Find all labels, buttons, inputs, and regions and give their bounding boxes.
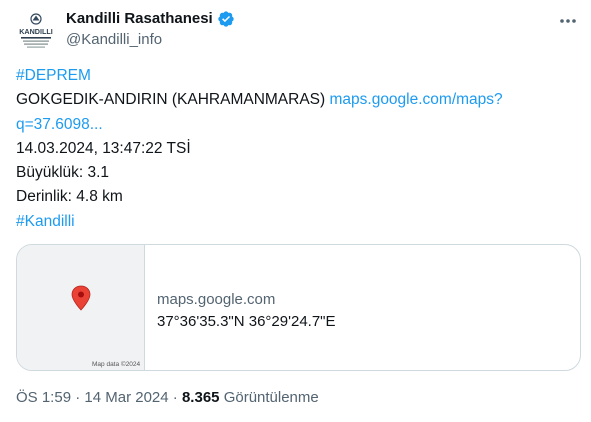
link-card[interactable]: Map data ©2024 maps.google.com 37°36'35.…: [16, 244, 581, 371]
tweet-date[interactable]: 14 Mar 2024: [84, 389, 168, 406]
depth-text: Derinlik: 4.8 km: [16, 188, 123, 206]
verified-badge-icon[interactable]: [217, 10, 235, 28]
hashtag-deprem[interactable]: #DEPREM: [16, 67, 91, 84]
author-handle[interactable]: @Kandilli_info: [66, 30, 162, 50]
meta-separator-2: ·: [172, 389, 178, 406]
map-credit: Map data ©2024: [92, 361, 141, 368]
meta-separator: ·: [75, 389, 81, 406]
card-coordinates: 37°36'35.3"N 36°29'24.7"E: [157, 313, 336, 330]
datetime-text: 14.03.2024, 13:47:22 TSİ: [16, 139, 191, 157]
svg-text:KANDILLI: KANDILLI: [19, 27, 53, 36]
tweet-time[interactable]: ÖS 1:59: [16, 389, 71, 406]
tweet-meta: ÖS 1:59 · 14 Mar 2024 · 8.365 Görüntülen…: [16, 388, 319, 408]
map-thumbnail[interactable]: Map data ©2024: [17, 245, 145, 370]
tweet-text: #DEPREM GOKGEDIK-ANDIRIN (KAHRAMANMARAS)…: [16, 64, 566, 234]
views-count: 8.365: [181, 389, 220, 406]
hashtag-kandilli[interactable]: #Kandilli: [16, 213, 75, 230]
map-link[interactable]: maps.google.com/maps?: [329, 91, 502, 108]
more-options-icon[interactable]: [557, 10, 579, 32]
card-domain: maps.google.com: [157, 291, 276, 308]
map-link-continued[interactable]: q=37.6098...: [16, 116, 103, 133]
tweet: KANDILLI Kandilli Rasathanesi @Kandilli_…: [0, 0, 591, 422]
author-name-row: Kandilli Rasathanesi: [66, 9, 235, 29]
magnitude-text: Büyüklük: 3.1: [16, 164, 110, 182]
map-pin-icon: [71, 285, 91, 311]
avatar[interactable]: KANDILLI: [16, 12, 56, 52]
views-label: Görüntülenme: [223, 389, 319, 406]
author-display-name[interactable]: Kandilli Rasathanesi: [66, 9, 213, 29]
location-text: GOKGEDIK-ANDIRIN (KAHRAMANMARAS): [16, 91, 326, 109]
kandilli-logo: KANDILLI: [16, 12, 56, 52]
